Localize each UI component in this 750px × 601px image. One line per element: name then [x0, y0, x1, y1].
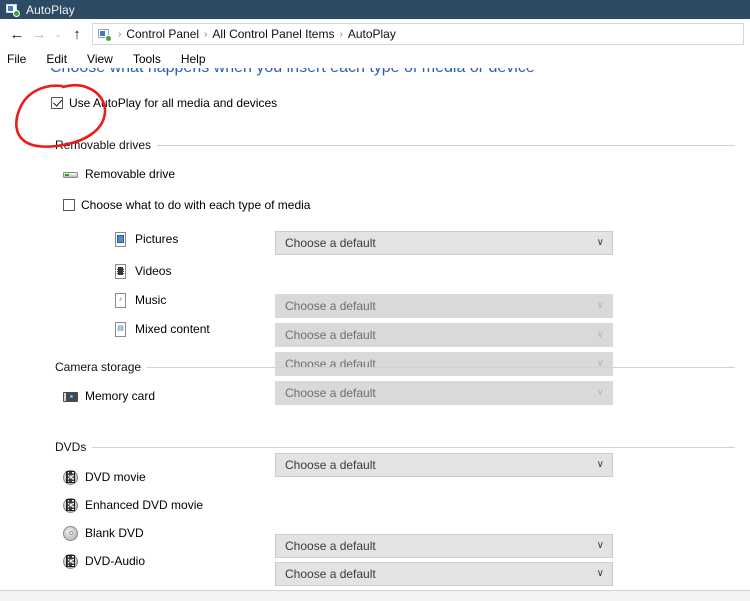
dropdown-value: Choose a default [285, 328, 376, 342]
dropdown-videos[interactable]: Choose a default ∨ [275, 323, 613, 347]
row-memory-card: Memory card [63, 385, 155, 407]
window-titlebar: AutoPlay [0, 0, 750, 19]
chevron-down-icon: ∨ [596, 540, 604, 551]
chevron-down-icon[interactable]: ⌄ [50, 23, 66, 45]
autoplay-icon [6, 3, 20, 17]
blank-disc-icon [63, 525, 78, 541]
choose-each-media-type-label: Choose what to do with each type of medi… [81, 198, 311, 212]
row-label-memory-card: Memory card [85, 389, 156, 403]
window-title: AutoPlay [26, 2, 75, 17]
row-label-dvd-audio: DVD-Audio [85, 554, 146, 568]
row-enhanced-dvd-movie: Enhanced DVD movie [63, 494, 203, 516]
chevron-down-icon: ∨ [596, 237, 604, 248]
row-blank-dvd: Blank DVD [63, 522, 144, 544]
up-arrow-icon[interactable]: ↑ [66, 23, 88, 45]
dropdown-value: Choose a default [285, 567, 376, 581]
row-label-removable-drive: Removable drive [85, 167, 176, 181]
breadcrumb-separator: › [204, 28, 208, 40]
row-dvd-movie: DVD movie [63, 466, 146, 488]
chevron-down-icon: ∨ [596, 300, 604, 311]
dvd-disc-icon [63, 497, 78, 513]
chevron-down-icon: ∨ [596, 459, 604, 470]
memory-card-icon [63, 389, 78, 404]
dropdown-removable-drive[interactable]: Choose a default ∨ [275, 231, 613, 255]
group-divider [147, 366, 735, 368]
group-divider [157, 144, 735, 146]
music-icon: ♪ [113, 292, 128, 308]
dropdown-value: Choose a default [285, 539, 376, 553]
group-header-camera-storage: Camera storage [55, 360, 735, 374]
dropdown-memory-card[interactable]: Choose a default ∨ [275, 453, 613, 477]
breadcrumb-item-all-control-panel-items[interactable]: All Control Panel Items [212, 27, 334, 41]
videos-icon [113, 263, 128, 279]
chevron-down-icon: ∨ [596, 329, 604, 340]
group-header-removable-drives: Removable drives [55, 138, 735, 152]
group-title: DVDs [55, 440, 87, 454]
use-autoplay-checkbox[interactable]: Use AutoPlay for all media and devices [51, 96, 277, 110]
status-bar [0, 591, 750, 601]
chevron-down-icon: ∨ [596, 568, 604, 579]
row-label-pictures: Pictures [135, 232, 179, 246]
row-mixed-content: ▤ Mixed content [113, 318, 210, 340]
breadcrumb[interactable]: › Control Panel › All Control Panel Item… [92, 23, 744, 45]
dvd-disc-icon [63, 553, 78, 569]
breadcrumb-item-autoplay[interactable]: AutoPlay [348, 27, 396, 41]
row-label-mixed-content: Mixed content [135, 322, 210, 336]
row-label-videos: Videos [135, 264, 172, 278]
menu-item-view[interactable]: View [87, 52, 113, 66]
use-autoplay-label: Use AutoPlay for all media and devices [69, 96, 278, 110]
music-note-glyph: ♪ [118, 295, 123, 303]
row-label-enhanced-dvd-movie: Enhanced DVD movie [85, 498, 204, 512]
group-title: Removable drives [55, 138, 152, 152]
chevron-down-icon: ∨ [596, 387, 604, 398]
autoplay-icon [98, 28, 112, 42]
checkbox-box[interactable] [51, 97, 63, 109]
pictures-icon [113, 231, 128, 247]
dropdown-dvd-movie[interactable]: Choose a default ∨ [275, 534, 613, 558]
dropdown-value: Choose a default [285, 458, 376, 472]
dropdown-enhanced-dvd-movie[interactable]: Choose a default ∨ [275, 562, 613, 586]
dropdown-mixed-content[interactable]: Choose a default ∨ [275, 381, 613, 405]
group-title: Camera storage [55, 360, 142, 374]
checkbox-box[interactable] [63, 199, 75, 211]
menu-item-tools[interactable]: Tools [133, 52, 161, 66]
address-bar: ← → ⌄ ↑ › Control Panel › All Control Pa… [0, 19, 750, 49]
row-pictures: Pictures [113, 228, 178, 250]
mixed-content-icon: ▤ [113, 321, 128, 337]
menu-bar: File Edit View Tools Help [0, 49, 750, 68]
page-heading-clip: Choose what happens when you insert each… [0, 68, 750, 80]
dvd-disc-icon [63, 469, 78, 485]
row-removable-drive: Removable drive [63, 163, 175, 185]
breadcrumb-separator: › [339, 28, 343, 40]
back-arrow-icon[interactable]: ← [6, 23, 28, 45]
dropdown-value: Choose a default [285, 299, 376, 313]
menu-item-help[interactable]: Help [181, 52, 206, 66]
dropdown-value: Choose a default [285, 386, 376, 400]
choose-each-media-type-checkbox[interactable]: Choose what to do with each type of medi… [63, 198, 310, 212]
row-label-music: Music [135, 293, 167, 307]
group-header-dvds: DVDs [55, 440, 735, 454]
menu-item-edit[interactable]: Edit [46, 52, 67, 66]
row-videos: Videos [113, 260, 171, 282]
mixed-glyph: ▤ [117, 324, 124, 332]
page-title: Choose what happens when you insert each… [50, 68, 535, 77]
group-divider [92, 446, 735, 448]
usb-drive-icon [63, 167, 78, 182]
breadcrumb-separator: › [118, 28, 122, 40]
settings-content: Choose what happens when you insert each… [0, 68, 750, 590]
breadcrumb-item-control-panel[interactable]: Control Panel [126, 27, 199, 41]
row-music: ♪ Music [113, 289, 166, 311]
dropdown-value: Choose a default [285, 236, 376, 250]
menu-item-file[interactable]: File [7, 52, 26, 66]
forward-arrow-icon: → [31, 25, 47, 43]
row-label-dvd-movie: DVD movie [85, 470, 146, 484]
row-label-blank-dvd: Blank DVD [85, 526, 144, 540]
row-dvd-audio: DVD-Audio [63, 550, 145, 572]
dropdown-pictures[interactable]: Choose a default ∨ [275, 294, 613, 318]
